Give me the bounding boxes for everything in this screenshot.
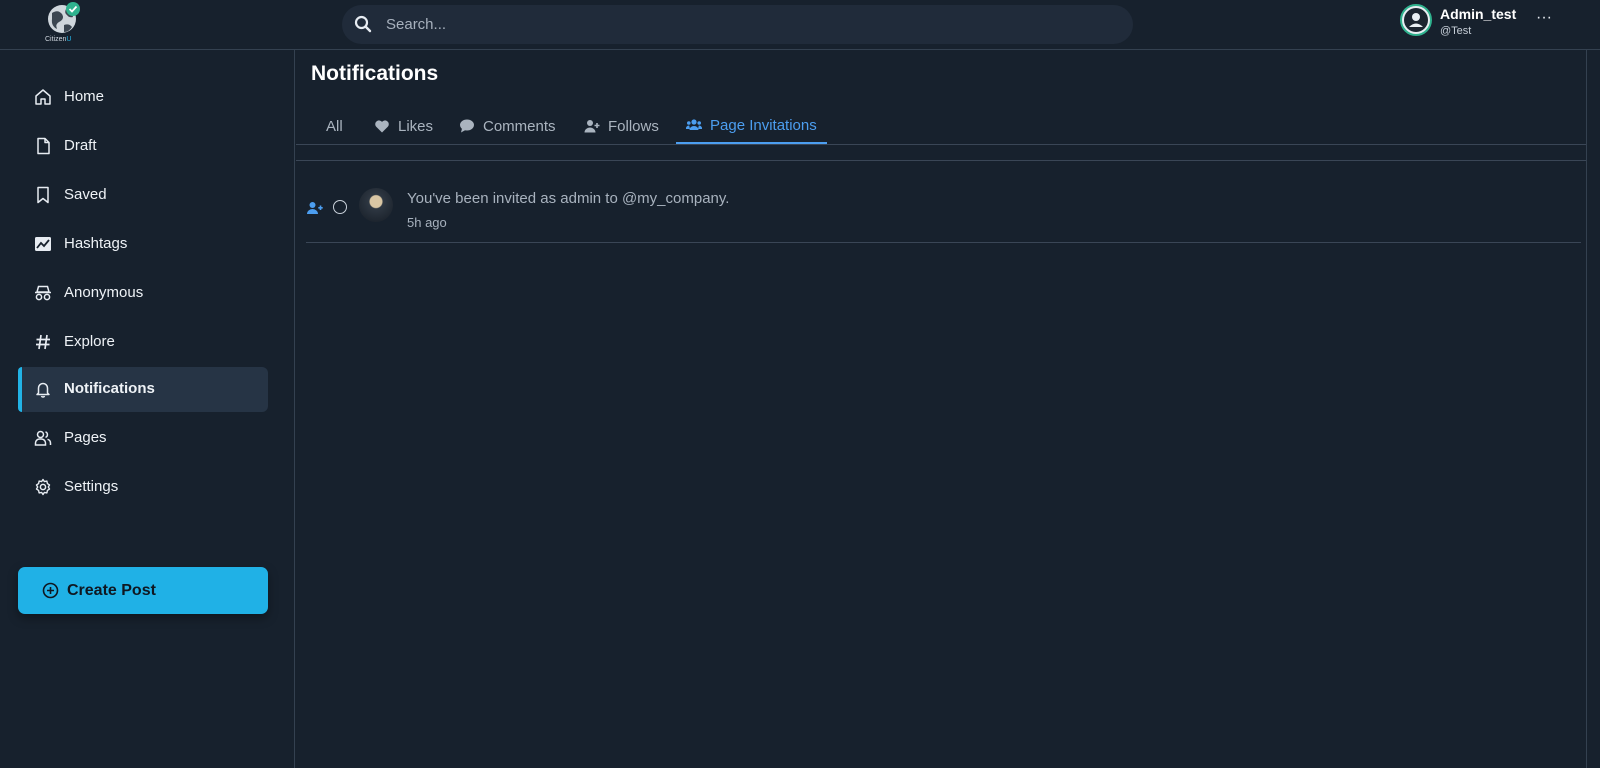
sidebar-item-label: Pages [64,429,107,446]
hash-icon [36,334,50,350]
tab-likes[interactable]: Likes [364,108,443,144]
user-plus-icon [307,202,323,214]
tab-label: All [326,117,343,135]
sidebar-item-pages[interactable]: Pages [18,416,268,461]
comment-icon [460,119,474,133]
sidebar-item-anonymous[interactable]: Anonymous [18,271,268,316]
app: CitizenU Admin_test @Test ··· [0,0,1600,768]
sidebar-item-saved[interactable]: Saved [18,173,268,218]
sidebar-item-notifications[interactable]: Notifications [18,367,268,412]
user-name: Admin_test [1440,6,1517,22]
tabs-divider [296,144,1586,145]
search-icon [354,15,372,33]
more-options-icon[interactable]: ··· [1534,8,1554,28]
notification-message: You've been invited as admin to @my_comp… [407,190,730,207]
user-group-icon [686,119,702,130]
notification-time: 5h ago [407,215,447,230]
globe-logo-icon [48,2,80,33]
search-input[interactable] [386,5,1116,44]
avatar [359,188,393,222]
bell-icon [36,382,50,398]
main-right-border [1586,50,1587,768]
sidebar-item-label: Draft [64,137,97,154]
sidebar-item-hashtags[interactable]: Hashtags [18,222,268,267]
main-content: Notifications All Likes Comments Follows… [296,50,1600,768]
user-handle: @Test [1440,25,1472,37]
sidebar: Home Draft Saved Hashtags Anonymous Expl… [0,50,295,768]
sidebar-item-label: Saved [64,186,107,203]
top-bar: CitizenU Admin_test @Test ··· [0,0,1600,50]
trend-chart-icon [35,237,51,251]
notification-tabs: All Likes Comments Follows Page Invitati… [296,108,1586,144]
tab-page-invitations[interactable]: Page Invitations [676,108,827,144]
heart-icon [375,120,389,133]
user-profile[interactable]: Admin_test @Test [1400,3,1540,43]
tab-comments[interactable]: Comments [449,108,566,144]
file-icon [37,137,50,155]
incognito-icon [35,285,51,301]
tab-label: Page Invitations [710,116,817,134]
logo[interactable]: CitizenU [42,1,86,47]
home-icon [35,89,51,105]
sidebar-item-label: Settings [64,478,119,495]
sidebar-item-label: Explore [64,333,115,350]
sidebar-item-draft[interactable]: Draft [18,124,268,169]
plus-circle-icon [42,582,59,599]
read-status-radio[interactable] [333,200,347,214]
sidebar-item-label: Notifications [64,380,155,397]
sidebar-item-explore[interactable]: Explore [18,320,268,365]
search-bar[interactable] [342,5,1133,44]
page-title: Notifications [311,62,439,85]
create-post-button[interactable]: Create Post [18,567,268,614]
list-item[interactable]: You've been invited as admin to @my_comp… [306,185,1581,243]
gear-icon [35,478,51,496]
bookmark-icon [37,186,49,204]
sidebar-item-label: Anonymous [64,284,144,301]
tab-label: Likes [398,117,434,135]
sidebar-item-label: Home [64,88,105,105]
user-icon [1404,8,1428,32]
content-divider [296,160,1586,161]
tab-label: Follows [608,117,659,135]
sidebar-item-settings[interactable]: Settings [18,465,268,510]
user-plus-icon [584,120,600,133]
logo-text: CitizenU [45,36,72,43]
users-icon [34,430,52,446]
tab-label: Comments [483,117,556,135]
tab-follows[interactable]: Follows [574,108,669,144]
sidebar-item-label: Hashtags [64,235,128,252]
avatar [1400,4,1432,36]
create-post-label: Create Post [67,582,156,599]
tab-all[interactable]: All [316,108,353,144]
sidebar-item-home[interactable]: Home [18,75,268,120]
